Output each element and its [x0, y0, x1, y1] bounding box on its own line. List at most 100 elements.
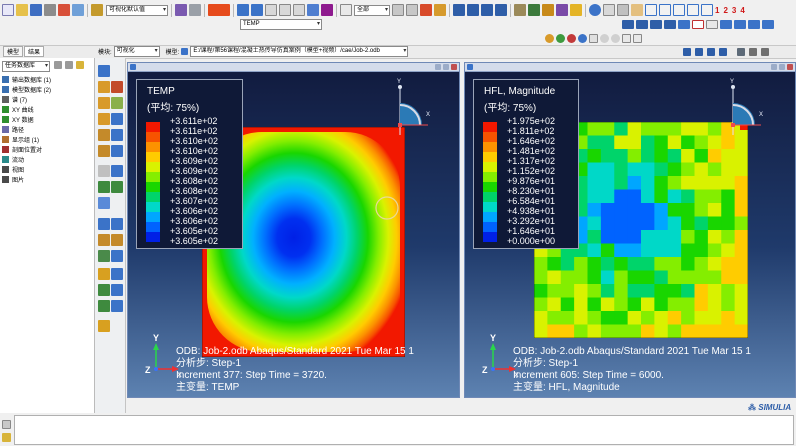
- render-shaded-icon[interactable]: [664, 19, 676, 29]
- tree-item[interactable]: 图片: [2, 174, 92, 184]
- probe-values-tool[interactable]: [98, 218, 110, 230]
- contour-options-tool[interactable]: [111, 129, 123, 141]
- remove-icon[interactable]: [420, 4, 432, 16]
- open-file-icon[interactable]: [16, 4, 28, 16]
- viewport-minimize-icon[interactable]: [435, 64, 441, 70]
- camera-icon[interactable]: [761, 48, 769, 56]
- rotate-icon[interactable]: [251, 4, 263, 16]
- color-code-icon[interactable]: [175, 4, 187, 16]
- viewport-1[interactable]: TEMP (平均: 75%) +3.611e+02 +3.611e+02 +3.61…: [127, 62, 460, 398]
- tree-collapse-icon[interactable]: [76, 61, 84, 69]
- free-body-tool[interactable]: [111, 218, 123, 230]
- perspective-icon[interactable]: [678, 19, 690, 29]
- fit-icon[interactable]: [307, 4, 319, 16]
- viewport-2[interactable]: HFL, Magnitude (平均: 75%) +1.975e+02 +1.81…: [464, 62, 796, 398]
- zoom-icon[interactable]: [279, 4, 291, 16]
- plot-deformed-shape-tool[interactable]: [98, 81, 110, 93]
- filter-icon[interactable]: [737, 48, 745, 56]
- viewport-menu-icon[interactable]: [467, 64, 473, 70]
- datum-tool[interactable]: [111, 284, 123, 296]
- viewport-minimize-icon[interactable]: [771, 64, 777, 70]
- viewport-2-button[interactable]: 2: [723, 6, 727, 15]
- view-cut-tool[interactable]: [111, 234, 123, 246]
- color-part-icon[interactable]: [556, 33, 565, 43]
- color-section-icon[interactable]: [567, 33, 576, 43]
- viewport-tile-icon[interactable]: [720, 19, 732, 29]
- animate-icon[interactable]: [434, 4, 446, 16]
- undo-icon[interactable]: [600, 33, 609, 43]
- message-area[interactable]: [14, 415, 794, 445]
- plot-contours-tool[interactable]: [111, 81, 123, 93]
- viewport-close-icon[interactable]: [451, 64, 457, 70]
- query-tool[interactable]: [98, 284, 110, 296]
- display-group-tool[interactable]: [98, 250, 110, 262]
- viewport-menu-icon[interactable]: [130, 64, 136, 70]
- material-orient-icon[interactable]: [570, 4, 582, 16]
- view-front-icon[interactable]: [645, 4, 657, 16]
- viewport-3-button[interactable]: 3: [732, 6, 736, 15]
- tree-filter-combo[interactable]: 任务数据库: [2, 61, 50, 72]
- edit-group-tool[interactable]: [111, 268, 123, 280]
- box-zoom-icon[interactable]: [293, 4, 305, 16]
- pencil-tool[interactable]: [98, 320, 110, 332]
- tree-item[interactable]: XY 曲线: [2, 104, 92, 114]
- text-annotation-tool[interactable]: [98, 300, 110, 312]
- save-icon[interactable]: [30, 4, 42, 16]
- tree-item[interactable]: 显示组 (1): [2, 134, 92, 144]
- next-step-icon[interactable]: [707, 48, 715, 56]
- contour-icon[interactable]: [542, 4, 554, 16]
- hide-icon[interactable]: [622, 33, 631, 43]
- text-annot-icon[interactable]: [692, 19, 704, 29]
- stream-tool[interactable]: [98, 234, 110, 246]
- viewport-tile-3-icon[interactable]: [748, 19, 760, 29]
- render-filled-icon[interactable]: [650, 19, 662, 29]
- print-icon[interactable]: [44, 4, 56, 16]
- view-bottom-icon[interactable]: [687, 4, 699, 16]
- tree-item[interactable]: 视图: [2, 164, 92, 174]
- python-prompt-icon[interactable]: [2, 433, 11, 442]
- tree-expand-icon[interactable]: [65, 61, 73, 69]
- message-toggle-icon[interactable]: [2, 420, 11, 429]
- tree-filter-icon[interactable]: [54, 61, 62, 69]
- color-code-tool[interactable]: [98, 268, 110, 280]
- info-icon[interactable]: [589, 4, 601, 16]
- viewport-close-icon[interactable]: [787, 64, 793, 70]
- common-options-tool[interactable]: [98, 129, 110, 141]
- tab-model[interactable]: 模型: [3, 46, 24, 57]
- new-file-icon[interactable]: [2, 4, 14, 16]
- tree-item[interactable]: 路径: [2, 124, 92, 134]
- mesh-icon[interactable]: [617, 4, 629, 16]
- viewport-tile-4-icon[interactable]: [762, 19, 774, 29]
- render-hidden-icon[interactable]: [636, 19, 648, 29]
- tree-item[interactable]: XY 数据: [2, 114, 92, 124]
- create-path-tool[interactable]: [98, 197, 110, 209]
- viewport-tile-2-icon[interactable]: [734, 19, 746, 29]
- last-step-icon[interactable]: [719, 48, 727, 56]
- options-icon[interactable]: [189, 4, 201, 16]
- prev-step-icon[interactable]: [695, 48, 703, 56]
- view-top-icon[interactable]: [673, 4, 685, 16]
- plot-material-orient-tool[interactable]: [111, 97, 123, 109]
- tree-item[interactable]: 模型数据库 (2): [2, 84, 92, 94]
- symbol-icon[interactable]: [556, 4, 568, 16]
- last-frame-icon[interactable]: [495, 4, 507, 16]
- query-icon[interactable]: [603, 4, 615, 16]
- render-style-icon[interactable]: [91, 4, 103, 16]
- xy-plot-tool[interactable]: [111, 165, 123, 177]
- pan-icon[interactable]: [237, 4, 249, 16]
- first-step-icon[interactable]: [683, 48, 691, 56]
- select-icon[interactable]: [340, 4, 352, 16]
- plot-undeformed-icon[interactable]: [514, 4, 526, 16]
- first-frame-icon[interactable]: [453, 4, 465, 16]
- tree-item[interactable]: 流动: [2, 154, 92, 164]
- screenshot-icon[interactable]: [749, 48, 757, 56]
- cube-icon[interactable]: [631, 4, 643, 16]
- replace-group-tool[interactable]: [111, 250, 123, 262]
- module-combo[interactable]: 可视化: [113, 46, 160, 57]
- animate-time-tool[interactable]: [111, 145, 123, 157]
- superimpose-tool[interactable]: [111, 113, 123, 125]
- prev-frame-icon[interactable]: [467, 4, 479, 16]
- view-orient-icon[interactable]: [321, 4, 333, 16]
- plot-symbols-tool[interactable]: [98, 97, 110, 109]
- arrow-annot-icon[interactable]: [706, 19, 718, 29]
